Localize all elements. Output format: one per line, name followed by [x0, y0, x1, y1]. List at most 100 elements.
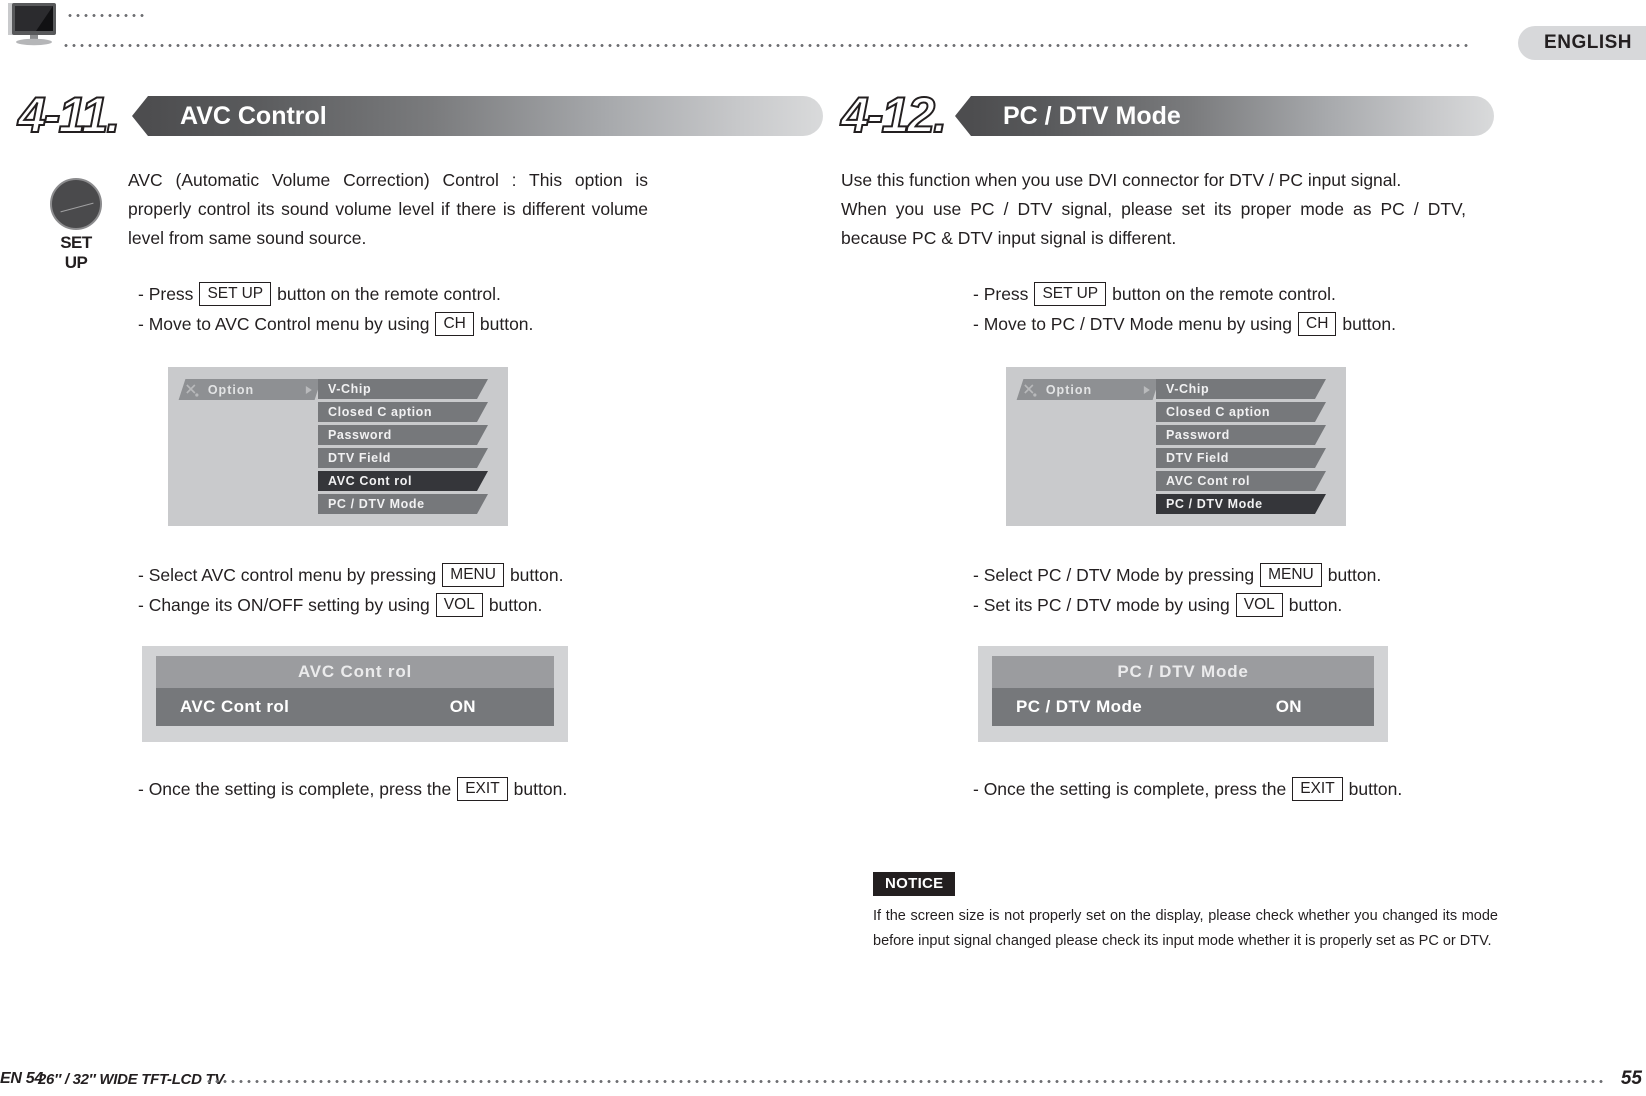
osd-menu-pcdtv: Option V-Chip Closed C aption Password D… — [1006, 367, 1346, 526]
setting-box-title: AVC Cont rol — [156, 656, 554, 688]
step-text-post: button. — [479, 314, 534, 334]
keycap-ch[interactable]: CH — [1298, 312, 1337, 336]
pcdtv-intro-line-2: When you use PC / DTV signal, please set… — [841, 199, 1466, 248]
language-tab: ENGLISH — [1518, 26, 1646, 60]
left-page-column: 4-11. AVC Control SET UP AVC (Automatic … — [0, 86, 823, 804]
step-text-pre: - Press — [138, 284, 194, 304]
section-header-4-12: 4-12. PC / DTV Mode — [840, 86, 1494, 148]
step-text-pre: - Set its PC / DTV mode by using — [973, 595, 1230, 615]
keycap-menu[interactable]: MENU — [1260, 563, 1322, 587]
page-footer: EN 54 26″ / 32″ WIDE TFT-LCD TV 55 — [0, 1056, 1646, 1096]
avc-steps-group-3: - Once the setting is complete, press th… — [138, 774, 823, 804]
setup-knob: SET UP — [48, 178, 104, 273]
osd-item-selected[interactable]: AVC Cont rol — [318, 471, 488, 491]
step-line: - Change its ON/OFF setting by using VOL… — [138, 590, 823, 620]
section-number: 4-11. — [17, 86, 121, 144]
section-title-bar: AVC Control — [132, 96, 823, 136]
section-title: AVC Control — [180, 101, 327, 130]
footer-page-label-left: EN 54 — [0, 1070, 43, 1087]
header-dotted-rule-long — [62, 44, 1470, 47]
step-line: - Press SET UP button on the remote cont… — [138, 279, 823, 309]
footer-model-name: 26″ / 32″ WIDE TFT-LCD TV — [38, 1071, 225, 1088]
osd-item[interactable]: Closed C aption — [1156, 402, 1326, 422]
avc-steps-group-1: - Press SET UP button on the remote cont… — [138, 279, 823, 339]
keycap-exit[interactable]: EXIT — [1292, 777, 1343, 801]
section-header-4-11: 4-11. AVC Control — [17, 86, 823, 148]
tools-icon — [1024, 383, 1037, 396]
step-text-post: button. — [1288, 595, 1343, 615]
pcdtv-intro-line-1: Use this function when you use DVI conne… — [841, 170, 1402, 190]
section-number: 4-12. — [840, 86, 948, 144]
step-text-pre: - Select AVC control menu by pressing — [138, 565, 437, 585]
osd-item-label: V-Chip — [328, 382, 372, 396]
osd-item[interactable]: Password — [318, 425, 488, 445]
keycap-setup[interactable]: SET UP — [1034, 282, 1107, 306]
step-line: - Once the setting is complete, press th… — [138, 774, 823, 804]
tv-icon — [8, 3, 56, 46]
setup-knob-icon — [50, 178, 102, 230]
pcdtv-steps-group-2: - Select PC / DTV Mode by pressing MENU … — [973, 560, 1646, 620]
right-page-column: 4-12. PC / DTV Mode Use this function wh… — [823, 86, 1646, 954]
osd-item[interactable]: V-Chip — [1156, 379, 1326, 399]
section-title-bar: PC / DTV Mode — [955, 96, 1494, 136]
setting-box-row[interactable]: AVC Cont rol ON — [156, 688, 554, 726]
osd-item[interactable]: AVC Cont rol — [1156, 471, 1326, 491]
step-text-post: button on the remote control. — [1112, 284, 1336, 304]
header-dotted-rule-short — [66, 14, 146, 17]
setting-value: ON — [449, 697, 476, 716]
avc-intro-block: SET UP AVC (Automatic Volume Correction)… — [0, 166, 823, 272]
osd-tab-option[interactable]: Option — [178, 379, 322, 400]
osd-item[interactable]: Password — [1156, 425, 1326, 445]
step-text-pre: - Change its ON/OFF setting by using — [138, 595, 430, 615]
osd-item-label: PC / DTV Mode — [1166, 497, 1263, 511]
osd-item-label: PC / DTV Mode — [328, 497, 425, 511]
osd-item[interactable]: DTV Field — [318, 448, 488, 468]
step-text-pre: - Move to PC / DTV Mode menu by using — [973, 314, 1293, 334]
osd-item[interactable]: PC / DTV Mode — [318, 494, 488, 514]
setting-key: AVC Cont rol — [180, 697, 290, 716]
step-text-post: button. — [1342, 314, 1396, 334]
osd-item[interactable]: V-Chip — [318, 379, 488, 399]
keycap-setup[interactable]: SET UP — [199, 282, 272, 306]
keycap-vol[interactable]: VOL — [1235, 593, 1283, 617]
avc-steps-group-2: - Select AVC control menu by pressing ME… — [138, 560, 823, 620]
keycap-exit[interactable]: EXIT — [457, 777, 508, 801]
keycap-menu[interactable]: MENU — [442, 563, 504, 587]
step-line: - Move to AVC Control menu by using CH b… — [138, 309, 823, 339]
keycap-ch[interactable]: CH — [435, 312, 474, 336]
avc-intro-text: AVC (Automatic Volume Correction) Contro… — [128, 170, 648, 248]
pcdtv-steps-group-1: - Press SET UP button on the remote cont… — [973, 279, 1646, 339]
chevron-right-icon — [1144, 385, 1150, 394]
step-line: - Once the setting is complete, press th… — [973, 774, 1646, 804]
step-line: - Select AVC control menu by pressing ME… — [138, 560, 823, 590]
step-text-pre: - Once the setting is complete, press th… — [138, 779, 452, 799]
osd-item[interactable]: DTV Field — [1156, 448, 1326, 468]
setting-box-row[interactable]: PC / DTV Mode ON — [992, 688, 1374, 726]
pcdtv-steps-group-3: - Once the setting is complete, press th… — [973, 774, 1646, 804]
setting-box-title: PC / DTV Mode — [992, 656, 1374, 688]
step-text-pre: - Press — [973, 284, 1029, 304]
tools-icon — [186, 383, 199, 396]
step-text-post: button. — [1327, 565, 1382, 585]
osd-item-label: Closed C aption — [328, 405, 433, 419]
step-text-pre: - Select PC / DTV Mode by pressing — [973, 565, 1255, 585]
step-text-post: button on the remote control. — [277, 284, 501, 304]
osd-tab-option[interactable]: Option — [1016, 379, 1160, 400]
notice-text: If the screen size is not properly set o… — [873, 908, 1498, 949]
osd-item-selected[interactable]: PC / DTV Mode — [1156, 494, 1326, 514]
keycap-vol[interactable]: VOL — [435, 593, 483, 617]
osd-item-label: Closed C aption — [1166, 405, 1271, 419]
pcdtv-setting-box: PC / DTV Mode PC / DTV Mode ON — [978, 646, 1388, 742]
chevron-right-icon — [306, 385, 312, 394]
step-text-pre: - Move to AVC Control menu by using — [138, 314, 430, 334]
osd-tab-label: Option — [208, 382, 255, 397]
osd-tab-label: Option — [1046, 382, 1093, 397]
step-text-post: button. — [1348, 779, 1403, 799]
language-tab-label: ENGLISH — [1544, 32, 1632, 53]
step-text-pre: - Once the setting is complete, press th… — [973, 779, 1287, 799]
step-text-post: button. — [509, 565, 564, 585]
setup-knob-label: SET UP — [60, 233, 92, 272]
osd-item[interactable]: Closed C aption — [318, 402, 488, 422]
osd-item-label: DTV Field — [328, 451, 392, 465]
step-line: - Select PC / DTV Mode by pressing MENU … — [973, 560, 1646, 590]
